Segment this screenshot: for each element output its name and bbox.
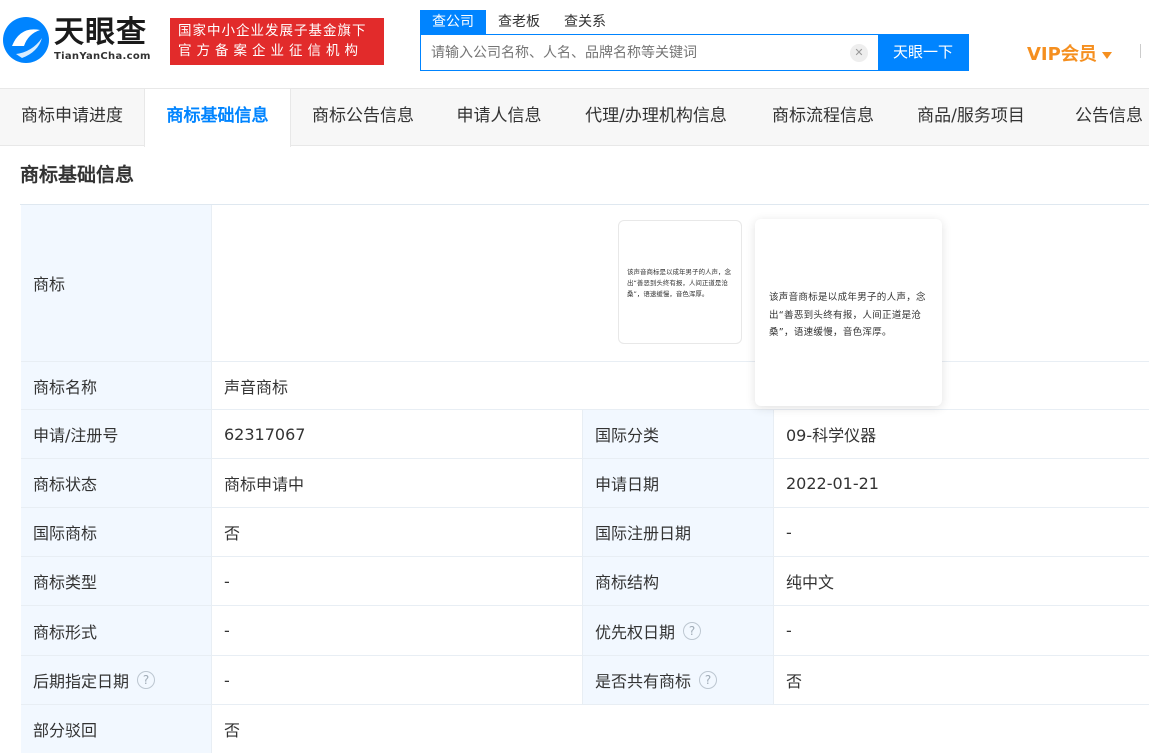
- tianyancha-logo-icon: [3, 17, 49, 63]
- help-icon[interactable]: ?: [699, 671, 718, 689]
- tab-goods-services[interactable]: 商品/服务项目: [897, 89, 1045, 145]
- field-value: -: [773, 606, 1149, 655]
- tab-applicant-info[interactable]: 申请人信息: [435, 89, 563, 145]
- search-box: ✕ 天眼一下: [420, 34, 969, 71]
- search-tab-company[interactable]: 查公司: [420, 10, 486, 34]
- field-label: 国际分类: [582, 410, 773, 458]
- table-row: 部分驳回 否: [21, 705, 1149, 753]
- search-input[interactable]: [421, 35, 850, 70]
- header-divider: [1140, 44, 1141, 58]
- trademark-info-table: 商标 商标名称 声音商标 申请/注册号 62317067 国际分类 09-科学仪…: [20, 204, 1149, 753]
- later-designation-label: 后期指定日期?: [21, 656, 211, 704]
- caret-down-icon: [1101, 51, 1112, 59]
- field-value: 否: [211, 508, 582, 556]
- trademark-preview-popup: 该声音商标是以成年男子的人声，念出“善恶到头终有报，人间正道是沧桑”，语速缓慢，…: [755, 219, 942, 406]
- site-logo[interactable]: 天眼查 TianYanCha.com: [2, 14, 162, 68]
- field-label: 商标类型: [21, 557, 211, 605]
- site-header: 天眼查 TianYanCha.com 国家中小企业发展子基金旗下 官方备案企业征…: [0, 0, 1149, 88]
- search-tab-boss[interactable]: 查老板: [486, 10, 552, 34]
- field-label: 国际商标: [21, 508, 211, 556]
- table-row: 国际商标 否 国际注册日期 -: [21, 508, 1149, 557]
- table-row: 商标类型 - 商标结构 纯中文: [21, 557, 1149, 606]
- help-icon[interactable]: ?: [137, 671, 156, 689]
- field-value: -: [211, 557, 582, 605]
- slogan-badge: 国家中小企业发展子基金旗下 官方备案企业征信机构: [170, 18, 384, 65]
- trademark-description: 该声音商标是以成年男子的人声，念出“善恶到头终有报，人间正道是沧桑”，语速缓慢，…: [627, 268, 731, 298]
- table-row: 商标状态 商标申请中 申请日期 2022-01-21: [21, 459, 1149, 508]
- field-value: -: [211, 606, 582, 655]
- logo-domain: TianYanCha.com: [54, 51, 151, 62]
- field-value: 否: [773, 656, 1149, 704]
- trademark-label: 商标: [21, 205, 211, 361]
- table-row: 商标名称 声音商标: [21, 362, 1149, 410]
- field-value: -: [773, 508, 1149, 556]
- shared-trademark-label: 是否共有商标?: [582, 656, 773, 704]
- field-label: 申请日期: [582, 459, 773, 507]
- table-row: 商标: [21, 205, 1149, 362]
- search-tab-relation[interactable]: 查关系: [552, 10, 618, 34]
- field-value: 2022-01-21: [773, 459, 1149, 507]
- tab-process-info[interactable]: 商标流程信息: [749, 89, 897, 145]
- help-icon[interactable]: ?: [683, 621, 702, 640]
- field-label: 申请/注册号: [21, 410, 211, 458]
- field-value: 纯中文: [773, 557, 1149, 605]
- field-label: 国际注册日期: [582, 508, 773, 556]
- tab-announcement-info[interactable]: 商标公告信息: [291, 89, 435, 145]
- logo-text: 天眼查: [54, 15, 147, 50]
- field-label: 商标形式: [21, 606, 211, 655]
- section-title: 商标基础信息: [20, 164, 135, 186]
- trademark-description-enlarged: 该声音商标是以成年男子的人声，念出“善恶到头终有报，人间正道是沧桑”，语速缓慢，…: [769, 292, 926, 338]
- field-label-text: 后期指定日期: [33, 672, 130, 691]
- field-label-text: 优先权日期: [595, 622, 676, 642]
- field-label: 商标状态: [21, 459, 211, 507]
- priority-date-label: 优先权日期?: [582, 606, 773, 655]
- trademark-nav-tabs: 商标申请进度 商标基础信息 商标公告信息 申请人信息 代理/办理机构信息 商标流…: [0, 88, 1149, 147]
- tab-agency-info[interactable]: 代理/办理机构信息: [563, 89, 749, 145]
- tab-application-progress[interactable]: 商标申请进度: [0, 89, 144, 145]
- field-value: 09-科学仪器: [773, 410, 1149, 458]
- trademark-thumbnail[interactable]: 该声音商标是以成年男子的人声，念出“善恶到头终有报，人间正道是沧桑”，语速缓慢，…: [618, 220, 742, 344]
- vip-label: VIP会员: [1027, 44, 1097, 65]
- search-type-tabs: 查公司 查老板 查关系: [420, 10, 618, 34]
- clear-icon[interactable]: ✕: [850, 44, 868, 62]
- vip-menu[interactable]: VIP会员: [1027, 40, 1112, 66]
- partial-rejection-value: 否: [211, 705, 1149, 753]
- field-value: 62317067: [211, 410, 582, 458]
- field-label: 商标结构: [582, 557, 773, 605]
- field-value: 商标申请中: [211, 459, 582, 507]
- field-value: -: [211, 656, 582, 704]
- field-label-text: 是否共有商标: [595, 672, 692, 691]
- table-row: 申请/注册号 62317067 国际分类 09-科学仪器: [21, 410, 1149, 459]
- partial-rejection-label: 部分驳回: [21, 705, 211, 753]
- tab-notice-info[interactable]: 公告信息: [1045, 89, 1149, 145]
- table-row: 后期指定日期? - 是否共有商标? 否: [21, 656, 1149, 705]
- tab-basic-info[interactable]: 商标基础信息: [144, 89, 291, 147]
- slogan-line-1: 国家中小企业发展子基金旗下: [178, 23, 367, 39]
- slogan-line-2: 官方备案企业征信机构: [178, 43, 363, 59]
- table-row: 商标形式 - 优先权日期? -: [21, 606, 1149, 656]
- trademark-name-value: 声音商标: [211, 362, 1149, 409]
- search-button[interactable]: 天眼一下: [878, 35, 968, 70]
- trademark-name-label: 商标名称: [21, 362, 211, 409]
